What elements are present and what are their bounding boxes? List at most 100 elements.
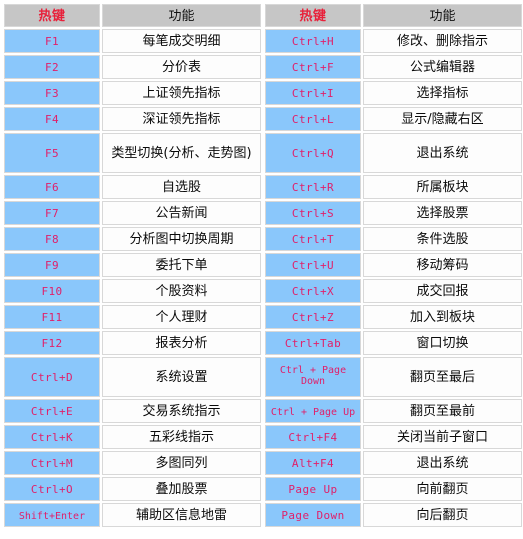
- hotkey-cell: F10: [4, 279, 100, 303]
- table-row: Ctrl+S 选择股票: [265, 201, 522, 225]
- table-row: Ctrl+H 修改、删除指示: [265, 29, 522, 53]
- table-row: Alt+F4 退出系统: [265, 451, 522, 475]
- hotkey-cell: F9: [4, 253, 100, 277]
- hotkey-label: Ctrl+L: [291, 113, 335, 127]
- hotkey-label: F11: [41, 311, 63, 325]
- hotkey-label: Page Down: [281, 509, 345, 523]
- hotkey-label: Ctrl+I: [291, 87, 335, 101]
- function-cell: 自选股: [102, 175, 261, 199]
- hotkey-cell: Ctrl+I: [265, 81, 361, 105]
- hotkey-cell: Ctrl + Page Up: [265, 399, 361, 423]
- function-label: 每笔成交明细: [142, 34, 221, 50]
- function-label: 翻页至最前: [409, 404, 475, 420]
- function-label: 公式编辑器: [409, 60, 475, 76]
- left-hotkey-table: 热键 功能 F1 每笔成交明细 F2 分价表 F3 上证领先指标 F4 深证领先指标 F5 类型切…: [2, 2, 263, 529]
- left-table-header: 热键 功能: [4, 4, 261, 27]
- hotkey-label: Ctrl+Z: [291, 311, 335, 325]
- function-cell: 辅助区信息地雷: [102, 503, 261, 527]
- hotkey-label: F10: [41, 285, 63, 299]
- hotkey-label: Alt+F4: [291, 457, 335, 471]
- function-label: 系统设置: [155, 370, 208, 386]
- right-header-function-cell: 功能: [363, 4, 522, 27]
- function-cell: 翻页至最前: [363, 399, 522, 423]
- function-cell: 加入到板块: [363, 305, 522, 329]
- table-row: F3 上证领先指标: [4, 81, 261, 105]
- left-header-function-cell: 功能: [102, 4, 261, 27]
- hotkey-cell: Ctrl+Q: [265, 133, 361, 173]
- function-label: 深证领先指标: [142, 112, 221, 128]
- hotkey-cell: Ctrl+S: [265, 201, 361, 225]
- hotkey-reference-sheet: 热键 功能 F1 每笔成交明细 F2 分价表 F3 上证领先指标 F4 深证领先指标 F5 类型切…: [0, 0, 523, 539]
- hotkey-label: Ctrl+K: [30, 431, 74, 445]
- table-row: F2 分价表: [4, 55, 261, 79]
- hotkey-cell: F11: [4, 305, 100, 329]
- function-cell: 上证领先指标: [102, 81, 261, 105]
- hotkey-cell: F1: [4, 29, 100, 53]
- function-cell: 显示/隐藏右区: [363, 107, 522, 131]
- function-label: 移动筹码: [416, 258, 469, 274]
- function-cell: 关闭当前子窗口: [363, 425, 522, 449]
- function-label: 显示/隐藏右区: [401, 112, 484, 128]
- function-cell: 五彩线指示: [102, 425, 261, 449]
- hotkey-cell: Ctrl+H: [265, 29, 361, 53]
- function-cell: 报表分析: [102, 331, 261, 355]
- hotkey-label: F8: [44, 233, 60, 247]
- function-cell: 个人理财: [102, 305, 261, 329]
- function-label: 选择股票: [416, 206, 469, 222]
- table-row: Page Up 向前翻页: [265, 477, 522, 501]
- function-label: 类型切换(分析、走势图): [111, 146, 252, 162]
- hotkey-cell: Ctrl+U: [265, 253, 361, 277]
- table-row: Ctrl+O 叠加股票: [4, 477, 261, 501]
- function-label: 个人理财: [155, 310, 208, 326]
- function-label: 翻页至最后: [409, 370, 475, 386]
- function-cell: 个股资料: [102, 279, 261, 303]
- function-label: 辅助区信息地雷: [135, 508, 227, 524]
- hotkey-label: Ctrl+F: [291, 61, 335, 75]
- hotkey-cell: F8: [4, 227, 100, 251]
- table-row: Ctrl+Q 退出系统: [265, 133, 522, 173]
- hotkey-label: Ctrl + Page Down: [279, 364, 347, 388]
- hotkey-cell: Page Up: [265, 477, 361, 501]
- right-header-key-label: 热键: [299, 8, 327, 24]
- left-header-row: 热键 功能: [4, 4, 261, 27]
- right-table-header: 热键 功能: [265, 4, 522, 27]
- function-cell: 系统设置: [102, 357, 261, 397]
- function-label: 交易系统指示: [142, 404, 221, 420]
- left-header-key-label: 热键: [38, 8, 66, 24]
- hotkey-label: Ctrl+E: [30, 405, 74, 419]
- right-hotkey-table: 热键 功能 Ctrl+H 修改、删除指示 Ctrl+F 公式编辑器 Ctrl+I 选择指标…: [263, 2, 523, 529]
- table-row: F1 每笔成交明细: [4, 29, 261, 53]
- left-header-function-label: 功能: [168, 8, 195, 24]
- function-label: 成交回报: [416, 284, 469, 300]
- hotkey-cell: Ctrl+E: [4, 399, 100, 423]
- hotkey-cell: F6: [4, 175, 100, 199]
- hotkey-label: Ctrl+U: [291, 259, 335, 273]
- hotkey-label: Shift+Enter: [18, 511, 86, 523]
- hotkey-label: F9: [44, 259, 60, 273]
- hotkey-label: Ctrl+F4: [288, 431, 338, 445]
- function-cell: 条件选股: [363, 227, 522, 251]
- function-cell: 向后翻页: [363, 503, 522, 527]
- table-row: Ctrl+D 系统设置: [4, 357, 261, 397]
- function-label: 关闭当前子窗口: [396, 430, 488, 446]
- function-cell: 类型切换(分析、走势图): [102, 133, 261, 173]
- table-row: Ctrl+L 显示/隐藏右区: [265, 107, 522, 131]
- function-cell: 退出系统: [363, 451, 522, 475]
- function-cell: 深证领先指标: [102, 107, 261, 131]
- function-label: 退出系统: [416, 146, 469, 162]
- function-label: 选择指标: [416, 86, 469, 102]
- table-row: Ctrl+I 选择指标: [265, 81, 522, 105]
- function-cell: 叠加股票: [102, 477, 261, 501]
- table-row: F7 公告新闻: [4, 201, 261, 225]
- function-cell: 选择股票: [363, 201, 522, 225]
- hotkey-label: Ctrl+T: [291, 233, 335, 247]
- hotkey-label: F3: [44, 87, 60, 101]
- function-cell: 交易系统指示: [102, 399, 261, 423]
- right-header-row: 热键 功能: [265, 4, 522, 27]
- hotkey-label: Ctrl+R: [291, 181, 335, 195]
- hotkey-cell: Ctrl+F: [265, 55, 361, 79]
- function-label: 多图同列: [155, 456, 208, 472]
- table-row: Ctrl+M 多图同列: [4, 451, 261, 475]
- function-cell: 公告新闻: [102, 201, 261, 225]
- hotkey-cell: Ctrl+X: [265, 279, 361, 303]
